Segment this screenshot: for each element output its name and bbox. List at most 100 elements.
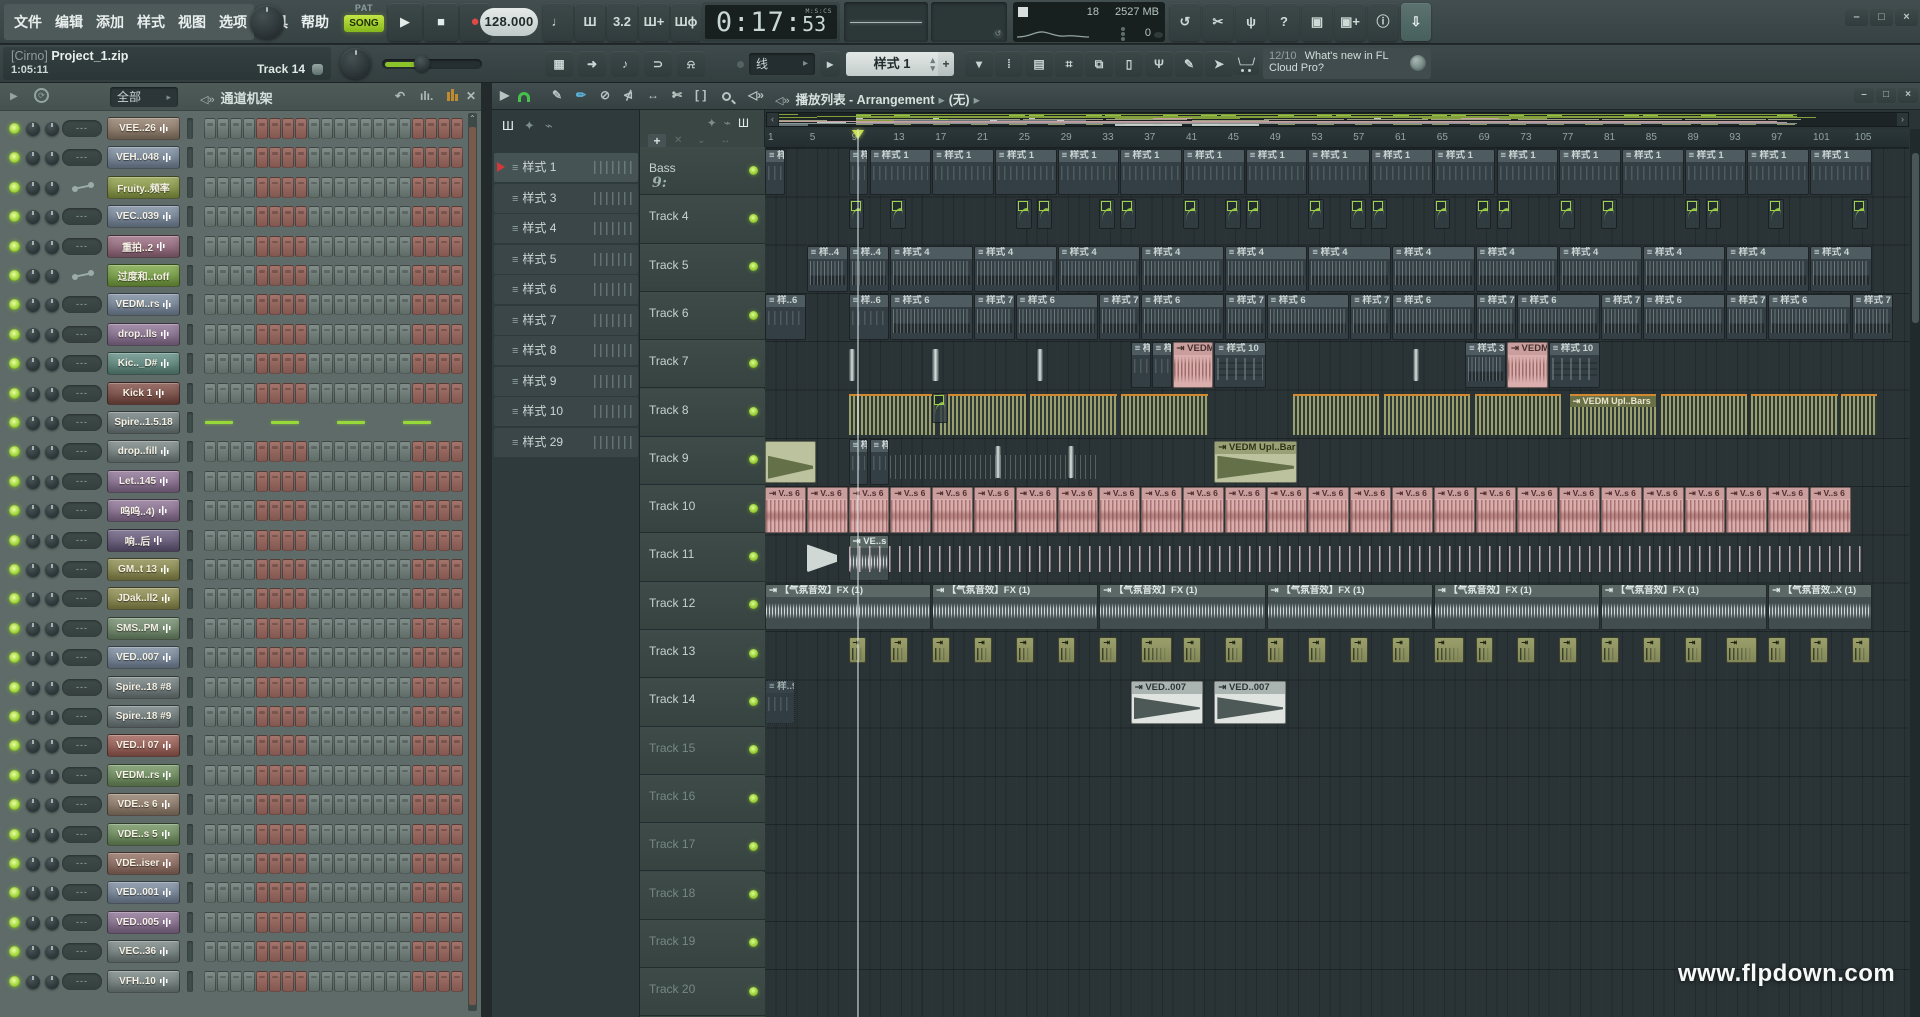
step-cell[interactable] (360, 118, 372, 139)
step-cell[interactable] (399, 147, 411, 168)
step-cell[interactable] (334, 500, 346, 521)
channel-target-display[interactable]: --- (62, 385, 102, 402)
playlist-clip[interactable]: ≡ 样..9 (765, 680, 795, 724)
step-cell[interactable] (399, 912, 411, 933)
channel-target-display[interactable]: --- (62, 884, 102, 901)
step-cell[interactable] (308, 765, 320, 786)
playlist-clip[interactable]: ⇥ V..s 6 (1810, 487, 1851, 533)
playlist-clip[interactable]: ≡ 样式 6 (1016, 294, 1099, 340)
step-cell[interactable] (438, 530, 450, 551)
step-cell[interactable] (334, 530, 346, 551)
step-cell[interactable] (321, 441, 333, 462)
step-cell[interactable] (308, 500, 320, 521)
channel-volume-knob[interactable] (45, 387, 59, 401)
playlist-clip[interactable]: ⇥ V..s 6 (1058, 487, 1099, 533)
step-cell[interactable] (230, 882, 242, 903)
track-enable-led[interactable] (749, 745, 758, 754)
step-cell[interactable] (269, 853, 281, 874)
step-cell[interactable] (360, 588, 372, 609)
step-cell[interactable] (425, 618, 437, 639)
channel-pan-knob[interactable] (26, 886, 40, 900)
track-enable-led[interactable] (749, 214, 758, 223)
step-cell[interactable] (321, 971, 333, 992)
step-cell[interactable] (373, 147, 385, 168)
playlist-clip[interactable]: ≡ 样..9 (1152, 342, 1172, 388)
typing-keyboard-icon[interactable]: ▦ (545, 51, 573, 77)
step-cell[interactable] (217, 588, 229, 609)
playlist-clip[interactable]: ⇥ (1559, 637, 1577, 663)
step-cell[interactable] (412, 206, 424, 227)
step-cell[interactable] (282, 265, 294, 286)
step-cell[interactable] (347, 118, 359, 139)
step-cell[interactable] (308, 265, 320, 286)
channel-volume-knob[interactable] (45, 739, 59, 753)
step-cell[interactable] (373, 353, 385, 374)
channel-volume-knob[interactable] (45, 975, 59, 989)
step-cell[interactable] (334, 765, 346, 786)
step-cell[interactable] (321, 500, 333, 521)
step-cell[interactable] (386, 294, 398, 315)
playlist-clip[interactable] (1030, 394, 1117, 435)
step-cell[interactable] (321, 118, 333, 139)
playlist-clip[interactable]: ≡ 样式 1 (1246, 149, 1308, 195)
step-cell[interactable] (308, 471, 320, 492)
step-cell[interactable] (451, 353, 463, 374)
step-cell[interactable] (295, 971, 307, 992)
step-cell[interactable] (321, 294, 333, 315)
playlist-clip[interactable]: ⇥ V..s 6 (1392, 487, 1433, 533)
rack-scrollbar[interactable]: ⌃ (468, 113, 477, 1011)
channel-button[interactable]: VED..l 07 (107, 734, 180, 757)
playlist-clip[interactable] (1037, 199, 1053, 229)
playlist-clip[interactable]: ⇥ V..s 6 (1183, 487, 1224, 533)
step-cell[interactable] (373, 824, 385, 845)
step-cell[interactable] (451, 706, 463, 727)
track-header[interactable]: Track 8 (640, 389, 765, 437)
step-cell[interactable] (386, 647, 398, 668)
step-cell[interactable] (386, 706, 398, 727)
step-cell[interactable] (438, 618, 450, 639)
channel-enable-led[interactable] (9, 623, 20, 634)
playlist-clip[interactable] (765, 441, 816, 483)
step-cell[interactable] (256, 177, 268, 198)
step-cell[interactable] (451, 735, 463, 756)
step-cell[interactable] (386, 118, 398, 139)
step-cell[interactable] (230, 294, 242, 315)
step-cell[interactable] (308, 824, 320, 845)
step-cell[interactable] (295, 471, 307, 492)
playlist-clip[interactable]: ⇥ 【气氛音效】FX (1) (1267, 584, 1433, 630)
channel-pan-knob[interactable] (26, 622, 40, 636)
step-cell[interactable] (399, 853, 411, 874)
step-cell[interactable] (243, 971, 255, 992)
step-cell[interactable] (308, 706, 320, 727)
step-cell[interactable] (412, 147, 424, 168)
playlist-clip[interactable]: ⇥ (1810, 637, 1828, 663)
step-cell[interactable] (243, 824, 255, 845)
step-cell[interactable] (451, 147, 463, 168)
step-cell[interactable] (386, 206, 398, 227)
step-cell[interactable] (451, 794, 463, 815)
step-cell[interactable] (269, 383, 281, 404)
step-cell[interactable] (230, 853, 242, 874)
step-cell[interactable] (412, 765, 424, 786)
step-cell[interactable] (438, 294, 450, 315)
playlist-clip[interactable]: ⇥ (1141, 637, 1171, 663)
playlist-clip[interactable]: ≡ 样式 1 (1685, 149, 1747, 195)
zoom-tool-icon[interactable] (722, 90, 731, 104)
channel-target-display[interactable]: --- (62, 238, 102, 255)
step-cell[interactable] (425, 206, 437, 227)
playlist-clip[interactable]: ⇥ V..s 6 (1517, 487, 1558, 533)
step-cell[interactable] (204, 647, 216, 668)
step-cell[interactable] (334, 618, 346, 639)
step-cell[interactable] (269, 147, 281, 168)
step-cell[interactable] (295, 765, 307, 786)
step-cell[interactable] (360, 441, 372, 462)
channel-enable-led[interactable] (9, 241, 20, 252)
step-cell[interactable] (386, 383, 398, 404)
playlist-clip[interactable] (849, 546, 1862, 572)
step-cell[interactable] (308, 647, 320, 668)
step-cell[interactable] (347, 971, 359, 992)
step-cell[interactable] (243, 853, 255, 874)
step-cell[interactable] (204, 882, 216, 903)
track-enable-led[interactable] (749, 649, 758, 658)
step-cell[interactable] (321, 735, 333, 756)
